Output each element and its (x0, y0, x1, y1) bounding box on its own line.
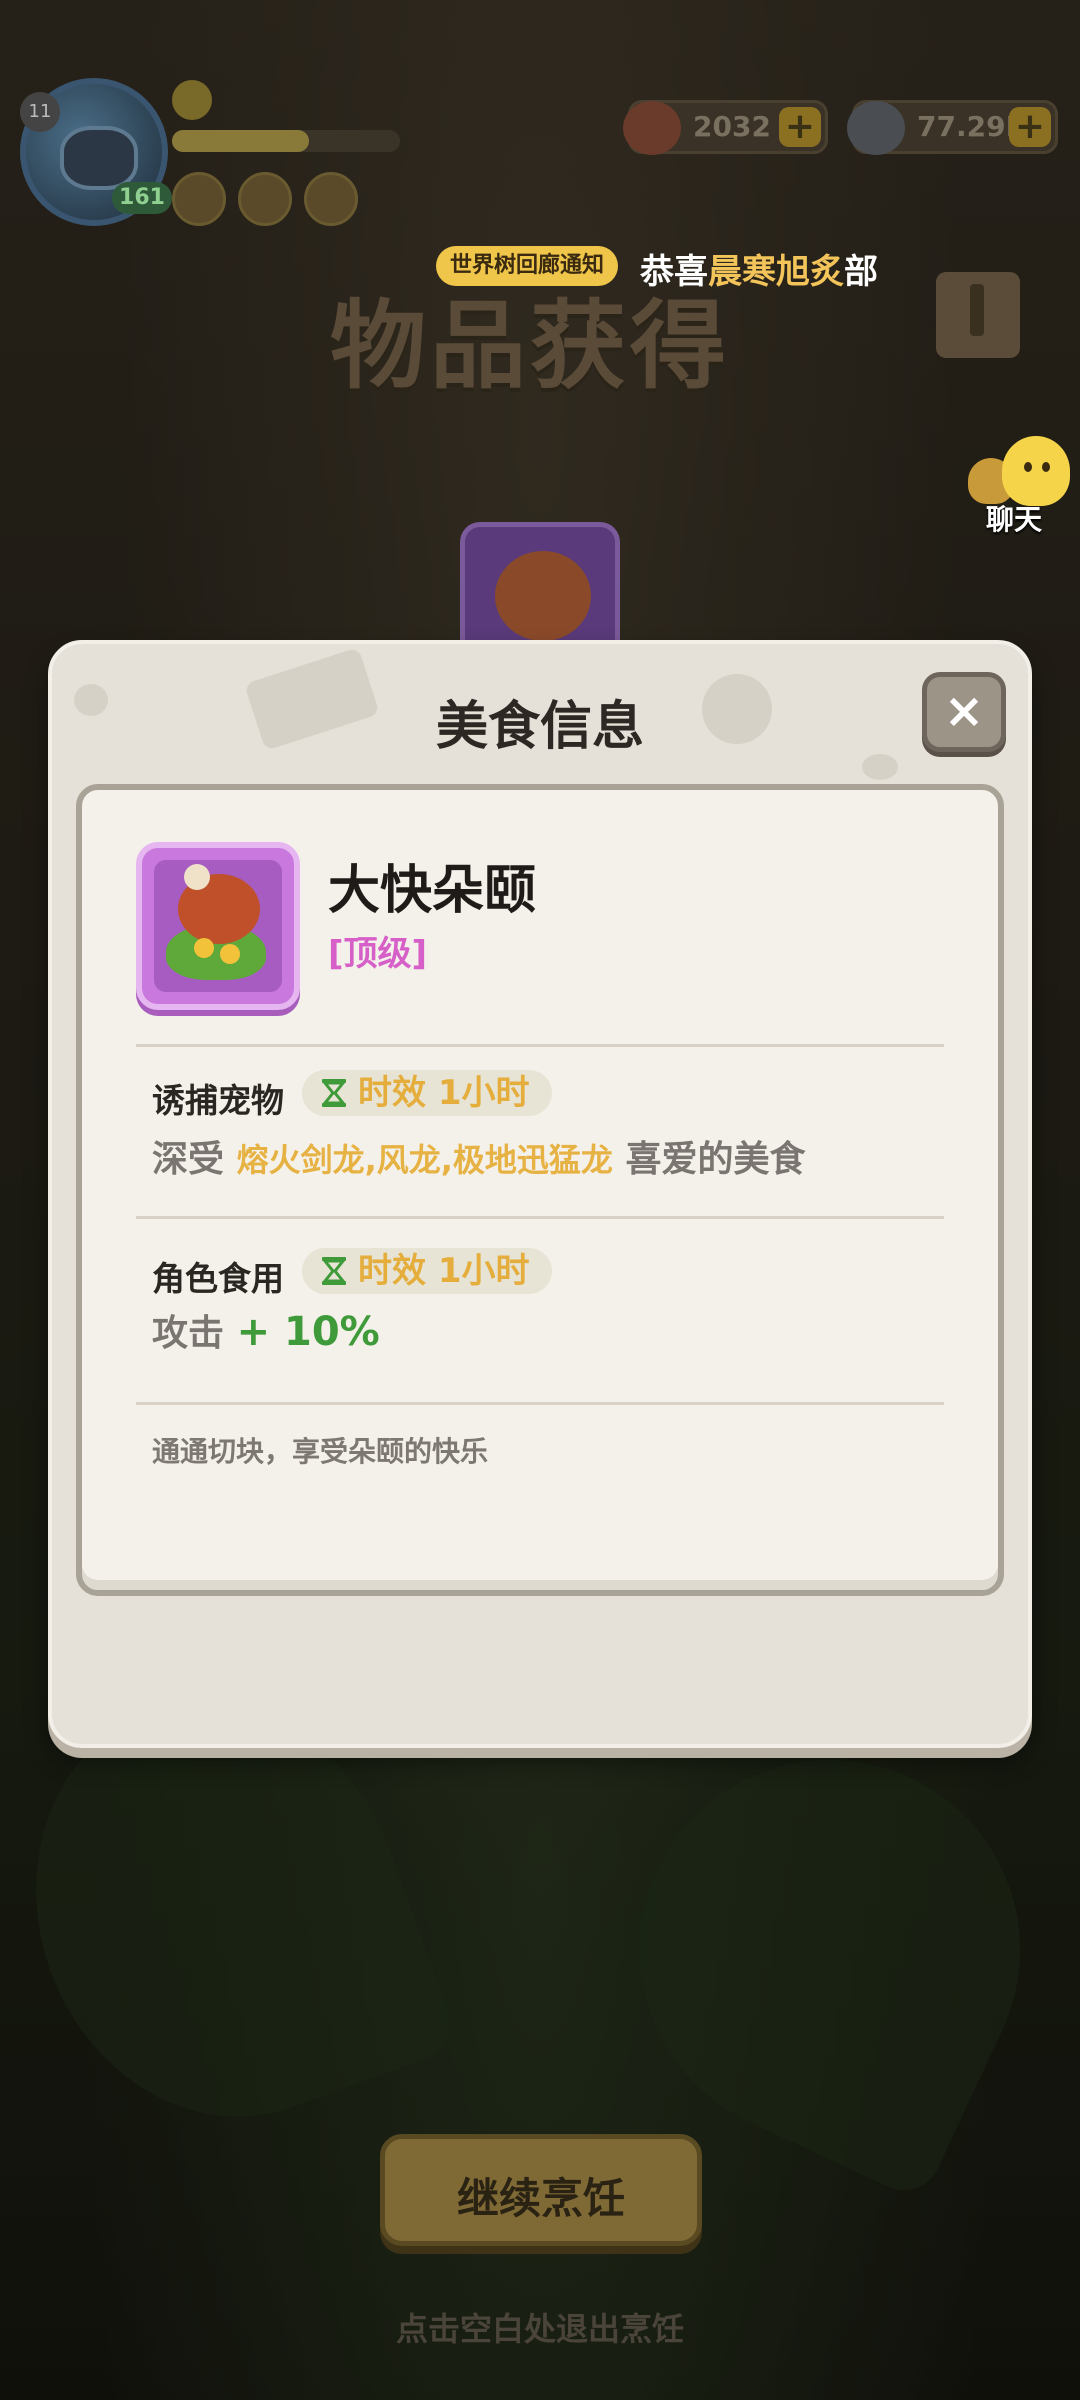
scroll-icon (970, 284, 984, 336)
chat-mascot-icon (1002, 436, 1070, 506)
notice-prefix: 恭喜 (640, 252, 708, 292)
hud-trophy-icon[interactable] (304, 172, 358, 226)
close-button[interactable]: × (922, 672, 1006, 752)
hourglass-icon (321, 1257, 347, 1285)
currency-gem-counter: 2032 + (623, 100, 828, 155)
role-stat-text: 攻击 + 10% (152, 1304, 380, 1356)
fruit-icon (194, 938, 214, 958)
food-grade: [顶级] (328, 934, 428, 974)
food-item-icon[interactable] (136, 842, 300, 1010)
chat-eye (1042, 462, 1050, 472)
avatar-face-icon (60, 126, 138, 190)
pet-duration-text: 时效 1小时 (358, 1073, 530, 1113)
gem-amount: 2032 (693, 110, 771, 143)
add-gem-button[interactable]: + (779, 107, 821, 147)
fruit-icon (220, 944, 240, 964)
player-emblem-icon (172, 80, 212, 120)
player-level-badge: 161 (112, 182, 172, 214)
pet-duration-pill: 时效 1小时 (302, 1070, 552, 1116)
modal-title: 美食信息 (435, 697, 644, 757)
stat-value: + 10% (236, 1309, 380, 1355)
quest-scroll-button[interactable] (936, 272, 1020, 358)
food-icon (495, 551, 591, 641)
pet-preference-text: 深受 熔火剑龙,风龙,极地迅猛龙 喜爱的美食 (152, 1130, 805, 1182)
role-duration-pill: 时效 1小时 (302, 1248, 552, 1294)
food-description: 通通切块，享受朵颐的快乐 (152, 1435, 489, 1468)
obtained-item-preview (460, 522, 620, 641)
exit-hint: 点击空白处退出烹饪 (395, 2310, 684, 2348)
notice-text: 恭喜晨寒旭炙部 (640, 244, 878, 293)
avatar-badge: 11 (20, 92, 60, 132)
chat-button[interactable]: 聊天 (964, 436, 1076, 536)
coin-icon (847, 101, 905, 155)
exp-bar (172, 130, 400, 152)
currency-coin-counter: 77.29M + (847, 100, 1058, 155)
pet-text-prefix: 深受 (152, 1139, 225, 1180)
gem-icon (623, 101, 681, 155)
close-icon: × (943, 683, 985, 739)
divider (136, 1402, 944, 1405)
hud-buff-icon[interactable] (238, 172, 292, 226)
continue-cooking-label: 继续烹饪 (456, 2174, 625, 2223)
continue-cooking-button[interactable]: 继续烹饪 (380, 2134, 702, 2246)
add-coin-button[interactable]: + (1009, 107, 1051, 147)
pet-list: 熔火剑龙,风龙,极地迅猛龙 (236, 1141, 613, 1179)
food-name: 大快朵颐 (328, 861, 537, 921)
food-info-card: 大快朵颐 [顶级] 诱捕宠物 时效 1小时 深受 熔火剑龙,风龙,极地迅猛龙 喜… (76, 784, 1004, 1596)
pet-text-suffix: 喜爱的美食 (625, 1139, 806, 1180)
chat-label: 聊天 (986, 503, 1043, 536)
food-info-modal: 美食信息 × 大快朵颐 [顶级] 诱捕宠物 时效 1小时 深受 熔火剑龙,风龙,… (48, 640, 1032, 1748)
food-item-icon-inner (154, 860, 282, 992)
notice-suffix: 部 (844, 252, 878, 292)
hud-skill-icon[interactable] (172, 172, 226, 226)
pet-section-label: 诱捕宠物 (152, 1081, 284, 1120)
divider (136, 1044, 944, 1047)
chat-eye (1024, 462, 1032, 472)
bone-icon (184, 864, 210, 890)
role-section-label: 角色食用 (152, 1259, 284, 1298)
notice-tag: 世界树回廊通知 (436, 246, 619, 286)
role-duration-text: 时效 1小时 (358, 1251, 530, 1291)
notice-highlight: 晨寒旭炙 (708, 252, 844, 292)
stat-label: 攻击 (152, 1313, 225, 1354)
exp-bar-fill (172, 130, 309, 152)
divider (136, 1216, 944, 1219)
hourglass-icon (321, 1079, 347, 1107)
